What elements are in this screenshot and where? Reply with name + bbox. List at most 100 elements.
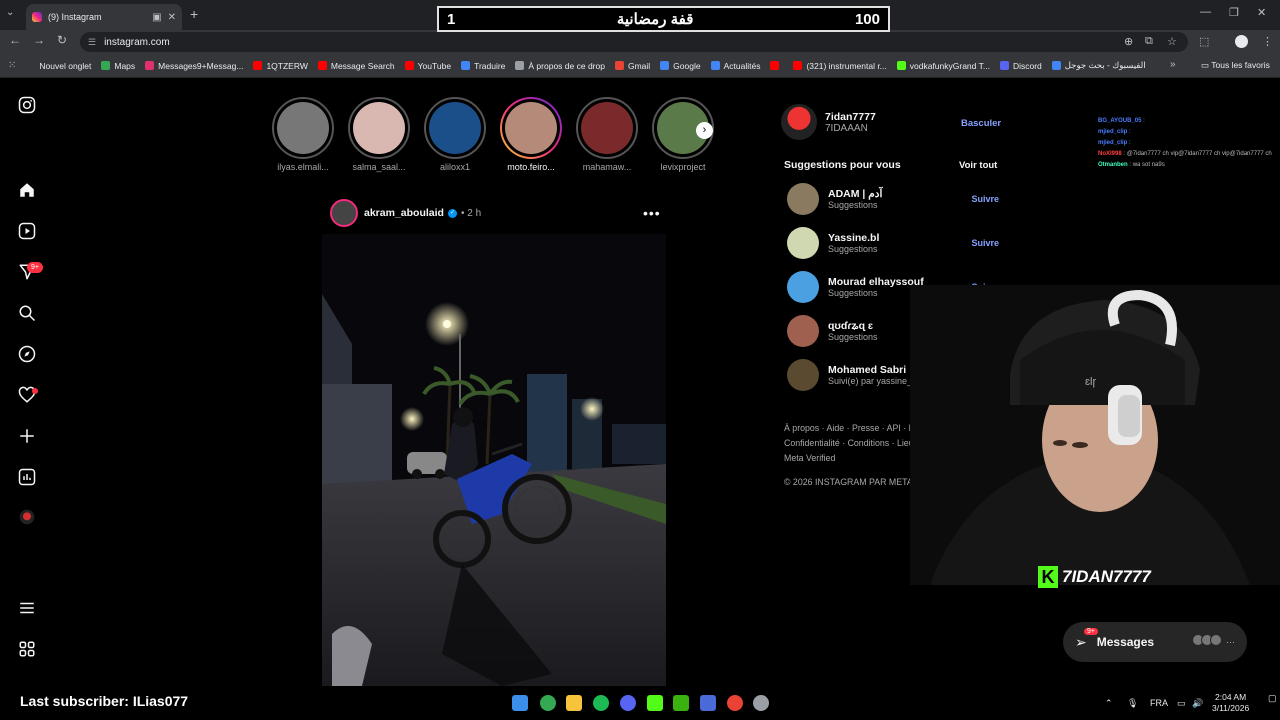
chrome-alt-icon[interactable]: [727, 695, 743, 711]
spotify-icon[interactable]: [593, 695, 609, 711]
language-indicator[interactable]: FRA: [1150, 698, 1168, 708]
suggestion-avatar[interactable]: [787, 183, 819, 215]
suggestion-name[interactable]: Yassine.bl: [828, 232, 971, 244]
cast-icon[interactable]: ⧉: [1145, 35, 1153, 48]
search-icon[interactable]: [17, 304, 37, 324]
story-ring: [576, 97, 638, 159]
create-plus-icon[interactable]: [17, 427, 37, 447]
dashboard-icon[interactable]: [17, 468, 37, 488]
reels-icon[interactable]: [17, 222, 37, 242]
apps-grid-icon[interactable]: ⁙: [8, 60, 16, 71]
post-author-name[interactable]: akram_aboulaid: [364, 207, 444, 219]
tab-close-icon[interactable]: ✕: [168, 12, 176, 23]
suggestion-avatar[interactable]: [787, 227, 819, 259]
window-close-icon[interactable]: ✕: [1257, 6, 1266, 19]
menu-dots-icon[interactable]: ⋮: [1262, 35, 1273, 48]
kick-studio-icon[interactable]: [673, 695, 689, 711]
bookmark-item[interactable]: À propos de ce drop: [515, 61, 605, 71]
bookmark-item[interactable]: Nouvel onglet: [26, 61, 91, 71]
story-item[interactable]: moto.feiro...: [499, 97, 563, 172]
bookmark-item[interactable]: Messages9+Messag...: [145, 61, 243, 71]
bookmark-item[interactable]: 1QTZERW: [253, 61, 308, 71]
volume-icon[interactable]: 🔊: [1192, 698, 1203, 709]
new-tab-button[interactable]: +: [190, 6, 198, 22]
all-bookmarks-link[interactable]: ▭ Tous les favoris: [1201, 60, 1270, 71]
suggestion-subtitle: Suggestions: [828, 200, 878, 210]
bookmarks-overflow-icon[interactable]: »: [1170, 59, 1176, 70]
browser-tab[interactable]: (9) Instagram ▣ ✕: [26, 4, 182, 30]
notification-center-icon[interactable]: ▢: [1268, 693, 1277, 704]
post-author-avatar[interactable]: [330, 199, 358, 227]
system-clock[interactable]: 2:04 AM 3/11/2026: [1212, 692, 1249, 714]
bookmark-item[interactable]: vodkafunkyGrand T...: [896, 61, 990, 71]
bookmark-item[interactable]: Google: [660, 61, 701, 71]
suggestion-avatar[interactable]: [787, 359, 819, 391]
story-username: ilyas.elmali...: [277, 162, 329, 172]
zoom-icon[interactable]: ⊕: [1124, 35, 1133, 48]
start-windows-icon[interactable]: [512, 695, 528, 711]
tray-overflow-icon[interactable]: ⌃: [1105, 698, 1113, 709]
story-item[interactable]: salma_saal...: [347, 97, 411, 172]
bookmark-item[interactable]: الفيسبوك - بحث جوجل: [1051, 60, 1146, 71]
profile-avatar[interactable]: [1235, 35, 1248, 48]
follow-button[interactable]: Suivre: [971, 238, 999, 248]
bookmark-item[interactable]: Maps: [101, 61, 135, 71]
story-item[interactable]: mahamaw...: [575, 97, 639, 172]
switch-account-button[interactable]: Basculer: [961, 118, 1001, 129]
bookmark-favicon-icon: [896, 61, 906, 70]
post-options-icon[interactable]: •••: [643, 205, 661, 221]
story-item[interactable]: aliloxx1: [423, 97, 487, 172]
bookmark-item[interactable]: Gmail: [614, 61, 650, 71]
follow-button[interactable]: Suivre: [971, 194, 999, 204]
bookmark-star-icon[interactable]: ☆: [1167, 35, 1177, 48]
suggestion-avatar[interactable]: [787, 315, 819, 347]
stories-next-icon[interactable]: ›: [696, 122, 713, 139]
extensions-icon[interactable]: ⬚: [1199, 35, 1209, 48]
bookmark-item[interactable]: [770, 61, 783, 70]
tab-media-icon[interactable]: ▣: [152, 12, 161, 23]
bookmark-item[interactable]: (321) instrumental r...: [793, 61, 887, 71]
reload-icon[interactable]: ↻: [57, 33, 67, 47]
bookmark-item[interactable]: YouTube: [404, 61, 451, 71]
app-icon[interactable]: [700, 695, 716, 711]
messages-pill[interactable]: ➢ 9+ Messages ···: [1063, 622, 1247, 662]
kick-app-icon[interactable]: [647, 695, 663, 711]
current-user-avatar[interactable]: [781, 104, 817, 140]
story-item[interactable]: ilyas.elmali...: [271, 97, 335, 172]
explore-icon[interactable]: [17, 345, 37, 365]
suggestion-name[interactable]: ADAM | آدم: [828, 188, 971, 200]
file-explorer-icon[interactable]: [566, 695, 582, 711]
also-from-meta-icon[interactable]: [17, 640, 37, 660]
microphone-icon[interactable]: 🎙: [1127, 698, 1138, 709]
story-ring: [424, 97, 486, 159]
settings-gear-icon[interactable]: [753, 695, 769, 711]
bookmark-item[interactable]: Traduire: [461, 61, 505, 71]
site-info-icon[interactable]: ☰: [88, 37, 96, 48]
post-image[interactable]: [322, 234, 666, 686]
back-icon[interactable]: ←: [9, 33, 21, 47]
verified-badge-icon: ✓: [447, 208, 457, 218]
bookmark-item[interactable]: Actualités: [710, 61, 760, 71]
bookmark-item[interactable]: Discord: [999, 61, 1042, 71]
current-username[interactable]: 7idan7777: [825, 111, 876, 123]
suggestion-avatar[interactable]: [787, 271, 819, 303]
home-icon[interactable]: [17, 181, 37, 201]
post-header: akram_aboulaid ✓ • 2 h: [330, 199, 670, 227]
minimize-icon[interactable]: —: [1200, 6, 1211, 18]
discord-icon[interactable]: [620, 695, 636, 711]
forward-icon[interactable]: →: [33, 33, 45, 47]
story-avatar: [429, 102, 481, 154]
network-icon[interactable]: ▭: [1177, 698, 1186, 709]
address-bar[interactable]: ☰ instagram.com: [80, 32, 1188, 52]
see-all-link[interactable]: Voir tout: [959, 160, 997, 171]
current-user[interactable]: 7idan7777 7IDAAAN: [781, 104, 876, 140]
instagram-logo-icon[interactable]: [17, 96, 37, 116]
tab-search-icon[interactable]: ⌄: [6, 7, 14, 18]
bookmark-item[interactable]: Message Search: [317, 61, 395, 71]
restore-icon[interactable]: ❐: [1229, 6, 1239, 19]
chrome-icon[interactable]: [540, 695, 556, 711]
more-menu-icon[interactable]: [17, 599, 37, 619]
profile-avatar-icon[interactable]: [17, 509, 37, 529]
chat-text: wa sot na9s: [1132, 162, 1165, 168]
bookmark-favicon-icon: [461, 61, 471, 70]
